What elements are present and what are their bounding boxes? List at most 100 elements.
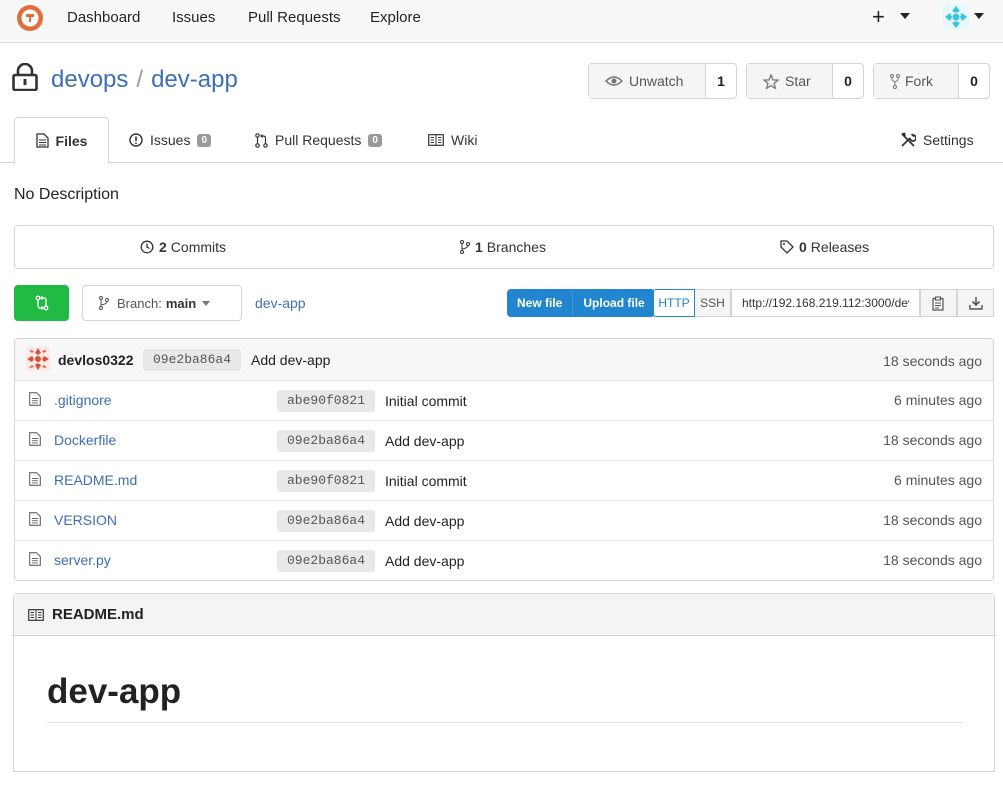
fork-label: Fork	[905, 73, 933, 89]
unwatch-label: Unwatch	[629, 73, 684, 89]
file-row: README.md abe90f0821 Initial commit 6 mi…	[15, 461, 993, 501]
user-dropdown-caret-icon[interactable]	[974, 13, 984, 19]
commit-sha-label[interactable]: 09e2ba86a4	[143, 349, 242, 371]
user-avatar[interactable]	[943, 4, 969, 30]
star-button[interactable]: Star	[747, 64, 833, 98]
gitea-logo-icon[interactable]	[16, 4, 44, 32]
nav-explore-link[interactable]: Explore	[370, 9, 421, 26]
star-button-group: Star 0	[746, 63, 864, 99]
releases-count: 0	[799, 239, 807, 255]
history-icon	[140, 240, 154, 254]
file-actions-group: New file Upload file	[507, 289, 655, 317]
tab-issues-count-badge: 0	[197, 133, 212, 147]
watchers-count[interactable]: 1	[706, 64, 736, 98]
tag-icon	[780, 240, 794, 254]
tab-pull-requests-label: Pull Requests	[275, 132, 362, 148]
branches-stat[interactable]: 1 Branches	[460, 239, 546, 255]
releases-label: Releases	[810, 239, 870, 255]
compare-pull-button[interactable]	[14, 285, 69, 321]
forks-count[interactable]: 0	[959, 64, 989, 98]
clippy-icon	[932, 295, 944, 311]
readme-panel: README.md dev-app	[13, 593, 995, 772]
commits-count: 2	[159, 239, 167, 255]
tab-wiki-label: Wiki	[451, 132, 478, 148]
eye-icon	[605, 76, 623, 86]
download-icon	[968, 297, 983, 310]
issue-opened-icon	[129, 133, 143, 147]
file-commit-sha[interactable]: 09e2ba86a4	[277, 510, 376, 532]
tab-files[interactable]: Files	[14, 117, 109, 164]
file-commit-sha[interactable]: abe90f0821	[277, 470, 376, 492]
file-commit-message[interactable]: Add dev-app	[385, 553, 464, 569]
stars-count[interactable]: 0	[833, 64, 863, 98]
clone-ssh-button[interactable]: SSH	[695, 289, 731, 317]
releases-stat[interactable]: 0 Releases	[780, 239, 869, 255]
author-avatar[interactable]	[26, 347, 50, 371]
file-commit-message[interactable]: Initial commit	[385, 393, 467, 409]
branch-dropdown[interactable]: Branch: main	[82, 285, 242, 321]
branches-label: Branches	[486, 239, 546, 255]
tab-wiki[interactable]: Wiki	[428, 117, 477, 163]
file-commit-message[interactable]: Initial commit	[385, 473, 467, 489]
unwatch-button[interactable]: Unwatch	[589, 64, 706, 98]
book-icon	[28, 608, 44, 621]
file-commit-message[interactable]: Add dev-app	[385, 433, 464, 449]
file-icon	[29, 512, 41, 526]
create-new-plus-icon[interactable]: +	[872, 4, 885, 30]
readme-divider	[47, 722, 963, 723]
copy-url-button[interactable]	[920, 289, 957, 317]
file-name-link[interactable]: server.py	[54, 552, 111, 568]
nav-issues-link[interactable]: Issues	[172, 9, 215, 26]
clone-http-button[interactable]: HTTP	[653, 289, 695, 317]
tab-issues[interactable]: Issues 0	[129, 117, 212, 163]
branch-dropdown-caret-icon	[202, 300, 211, 306]
file-commit-time: 6 minutes ago	[894, 392, 982, 408]
tab-settings[interactable]: Settings	[900, 117, 974, 163]
branches-count: 1	[475, 239, 483, 255]
file-icon	[29, 472, 41, 486]
file-commit-sha[interactable]: abe90f0821	[277, 390, 376, 412]
file-list-table: devlos0322 09e2ba86a4 Add dev-app 18 sec…	[14, 338, 994, 581]
repo-owner-link[interactable]: devops	[51, 66, 128, 93]
file-commit-time: 18 seconds ago	[883, 512, 982, 528]
branch-prefix: Branch:	[117, 295, 162, 311]
file-commit-time: 18 seconds ago	[883, 552, 982, 568]
fork-icon	[890, 73, 900, 89]
git-branch-icon	[99, 296, 109, 310]
repo-description: No Description	[14, 186, 119, 203]
top-navbar: Dashboard Issues Pull Requests Explore +	[0, 0, 1003, 43]
star-label: Star	[785, 73, 811, 89]
commits-label: Commits	[170, 239, 227, 255]
book-icon	[428, 134, 444, 146]
clone-url-input[interactable]	[731, 289, 920, 317]
create-dropdown-caret-icon[interactable]	[900, 13, 910, 19]
file-name-link[interactable]: VERSION	[54, 512, 117, 528]
file-name-link[interactable]: .gitignore	[54, 392, 112, 408]
upload-file-button[interactable]: Upload file	[573, 289, 654, 317]
nav-dashboard-link[interactable]: Dashboard	[67, 9, 140, 26]
file-commit-message[interactable]: Add dev-app	[385, 513, 464, 529]
new-file-button[interactable]: New file	[507, 289, 574, 317]
file-icon	[29, 432, 41, 446]
file-commit-sha[interactable]: 09e2ba86a4	[277, 550, 376, 572]
star-icon	[763, 73, 779, 89]
file-icon	[29, 552, 41, 566]
file-row: Dockerfile 09e2ba86a4 Add dev-app 18 sec…	[15, 421, 993, 461]
git-branch-icon	[460, 240, 470, 254]
repo-stats-bar: 2 Commits 1 Branches 0 Releases	[14, 225, 994, 269]
file-name-link[interactable]: Dockerfile	[54, 432, 116, 448]
latest-commit-row: devlos0322 09e2ba86a4 Add dev-app 18 sec…	[15, 339, 993, 381]
breadcrumb-repo-link[interactable]: dev-app	[255, 295, 306, 311]
file-row: VERSION 09e2ba86a4 Add dev-app 18 second…	[15, 501, 993, 541]
nav-pull-requests-link[interactable]: Pull Requests	[248, 9, 341, 26]
commit-author[interactable]: devlos0322	[58, 352, 134, 368]
fork-button-group: Fork 0	[873, 63, 990, 99]
fork-button[interactable]: Fork	[874, 64, 959, 98]
tab-pull-requests[interactable]: Pull Requests 0	[255, 117, 382, 163]
file-commit-sha[interactable]: 09e2ba86a4	[277, 430, 376, 452]
file-code-icon	[35, 133, 49, 148]
file-name-link[interactable]: README.md	[54, 472, 137, 488]
download-archive-button[interactable]	[957, 289, 994, 317]
commits-stat[interactable]: 2 Commits	[140, 239, 226, 255]
repo-name-link[interactable]: dev-app	[151, 66, 238, 93]
